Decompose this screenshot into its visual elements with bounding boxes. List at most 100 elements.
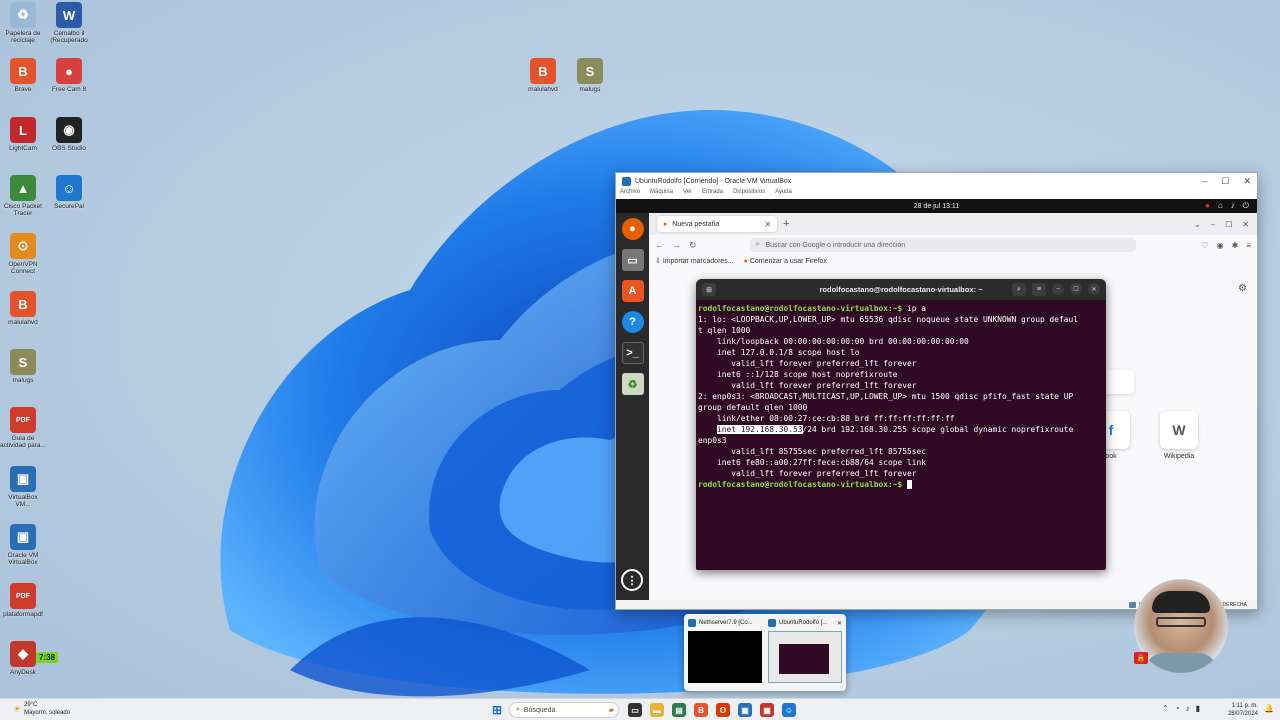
extensions-icon[interactable]: ✱ xyxy=(1232,241,1239,250)
start-button[interactable]: ⊞ xyxy=(490,703,504,717)
thumbnail-title: Nethserver7.9 [Co... xyxy=(699,620,753,626)
power-icon[interactable]: ⏻ xyxy=(1243,201,1249,211)
desktop-icon[interactable]: PDF Guia de actividad para... xyxy=(0,407,46,449)
tab-title: Nueva pestaña xyxy=(672,220,720,228)
ff-close-icon[interactable]: ✕ xyxy=(1242,220,1249,229)
desktop-icon[interactable]: ● Free Cam 8 xyxy=(46,58,92,93)
tray-icons: ⌃ ◔ ♪ ▮ xyxy=(1162,704,1200,713)
tray-wifi-icon[interactable]: ◔ xyxy=(1175,704,1180,713)
files-icon[interactable]: ▭ xyxy=(621,249,644,271)
desktop-icon[interactable]: ◉ OBS Studio xyxy=(46,117,92,152)
list-tabs-icon[interactable]: ⌄ xyxy=(1194,220,1201,229)
ff-maximize-icon[interactable]: ☐ xyxy=(1225,220,1232,229)
account-icon[interactable]: ◉ xyxy=(1217,241,1224,250)
brave-taskbar-icon[interactable]: B xyxy=(694,703,708,717)
thumbnail-ubunturodolfo[interactable]: UbuntuRodolfo [... ✕ xyxy=(768,618,842,687)
desktop-icon[interactable]: PDF plataformapdf xyxy=(0,583,46,618)
selected-ip-text[interactable]: inet 192.168.30.53 xyxy=(717,425,803,434)
shortcut-wikipedia[interactable]: W Wikipedia xyxy=(1157,411,1201,460)
desktop-icon-malugs[interactable]: S malugs xyxy=(567,58,613,93)
desktop-icon-malulahvd[interactable]: B malulahvd xyxy=(520,58,566,93)
tray-volume-icon[interactable]: ♪ xyxy=(1186,704,1190,713)
show-apps-icon[interactable]: ⋮ xyxy=(621,569,643,591)
desktop-icon[interactable]: ▣ VirtualBox VM... xyxy=(0,466,46,508)
forward-icon[interactable]: → xyxy=(672,240,681,250)
terminal-output[interactable]: rodolfocastano@rodolfocastano-virtualbox… xyxy=(696,300,1106,493)
terminal-menu-icon[interactable]: ≡ xyxy=(1032,283,1046,296)
weather-widget[interactable]: ☀ 29°C Mayorm. soleado xyxy=(13,701,70,717)
cisco-packet-tracer-icon: ▲ xyxy=(10,175,36,201)
menu-ayuda[interactable]: Ayuda xyxy=(775,189,792,199)
app-center-icon[interactable]: A xyxy=(621,280,644,302)
store-icon[interactable]: ▤ xyxy=(672,703,686,717)
trash-icon[interactable]: ♻ xyxy=(621,373,644,395)
bookmark-getting-started[interactable]: ● Comenzar a usar Firefox xyxy=(744,258,827,265)
new-tab-icon[interactable]: + xyxy=(783,218,789,230)
brave-shortcut-icon: B xyxy=(530,58,556,84)
terminal-window[interactable]: ⊞ rodolfocastano@rodolfocastano-virtualb… xyxy=(696,279,1106,570)
import-icon: ⇩ xyxy=(655,258,661,265)
terminal-final-prompt: rodolfocastano@rodolfocastano-virtualbox… xyxy=(698,480,903,489)
virtualbox-taskbar-icon[interactable]: ▣ xyxy=(738,703,752,717)
guest-clock[interactable]: 28 de jul 13:11 xyxy=(914,203,959,210)
office-icon[interactable]: O xyxy=(716,703,730,717)
terminal-close-icon[interactable]: ✕ xyxy=(1088,283,1100,295)
desktop-icon[interactable]: ♻ Papelera de reciclaje xyxy=(0,2,46,44)
close-icon[interactable]: ✕ xyxy=(1243,176,1251,187)
taskbar-clock[interactable]: 1:11 p. m. 28/07/2024 xyxy=(1228,702,1258,718)
close-tab-icon[interactable]: ✕ xyxy=(764,220,771,229)
terminal-icon[interactable]: >_ xyxy=(621,342,644,364)
notification-bell-icon[interactable]: 🔔 xyxy=(1264,704,1274,713)
firefox-icon[interactable]: ● xyxy=(621,218,644,240)
tray-chevron-icon[interactable]: ⌃ xyxy=(1162,704,1169,713)
desktop-icon[interactable]: ⊙ OpenVPN Connect xyxy=(0,233,46,275)
terminal-maximize-icon[interactable]: ☐ xyxy=(1070,283,1082,295)
maximize-icon[interactable]: ☐ xyxy=(1221,176,1229,187)
menu-archivo[interactable]: Archivo xyxy=(620,189,640,199)
close-thumbnail-icon[interactable]: ✕ xyxy=(837,620,842,627)
taskbar-search[interactable]: ⌕ Búsqueda ▰ xyxy=(509,702,619,718)
desktop-icon-label: plataformapdf xyxy=(3,611,43,618)
securepal-taskbar-icon[interactable]: ☺ xyxy=(782,703,796,717)
menu-maquina[interactable]: Máquina xyxy=(650,189,673,199)
tab-nueva-pestana[interactable]: ● Nueva pestaña ✕ xyxy=(657,216,777,232)
desktop-icon[interactable]: ▣ Oracle VM VirtualBox xyxy=(0,524,46,566)
menu-icon[interactable]: ≡ xyxy=(1246,241,1251,250)
thumbnail-nethserver[interactable]: Nethserver7.9 [Co... xyxy=(688,618,762,687)
url-bar[interactable]: ⌕ Buscar con Google o introducir una dir… xyxy=(749,238,1136,252)
weather-sun-icon: ☀ xyxy=(13,704,22,714)
menu-dispositivos[interactable]: Dispositivos xyxy=(733,189,765,199)
window-controls: ⌄ – ☐ ✕ xyxy=(1194,220,1249,229)
hdd-icon[interactable] xyxy=(1128,601,1136,608)
task-view-icon[interactable]: ▭ xyxy=(628,703,642,717)
menu-entrada[interactable]: Entrada xyxy=(702,189,723,199)
virtualbox-icon xyxy=(688,619,696,627)
tray-battery-icon[interactable]: ▮ xyxy=(1196,704,1200,713)
desktop-icon[interactable]: ▲ Cisco Packet Tracer xyxy=(0,175,46,217)
settings-gear-icon[interactable]: ⚙ xyxy=(1238,283,1247,294)
terminal-headerbar[interactable]: ⊞ rodolfocastano@rodolfocastano-virtualb… xyxy=(696,279,1106,300)
network-icon[interactable]: ⌂ xyxy=(1218,201,1223,211)
terminal-minimize-icon[interactable]: – xyxy=(1052,283,1064,295)
minimize-icon[interactable]: – xyxy=(1202,176,1207,187)
vbox-vm-taskbar-icon[interactable]: ▣ xyxy=(760,703,774,717)
firefox-tabbar: ● Nueva pestaña ✕ + ⌄ – ☐ ✕ xyxy=(649,213,1257,235)
bookmark-import[interactable]: ⇩ Importar marcadores... xyxy=(655,257,734,265)
help-icon[interactable]: ? xyxy=(621,311,644,333)
reload-icon[interactable]: ↻ xyxy=(689,240,697,251)
ff-minimize-icon[interactable]: – xyxy=(1211,220,1215,229)
vm-titlebar[interactable]: UbuntuRodolfo [Corriendo] - Oracle VM Vi… xyxy=(616,173,1257,189)
menu-ver[interactable]: Ver xyxy=(683,189,692,199)
record-icon[interactable]: ● xyxy=(1205,201,1210,211)
pocket-icon[interactable]: ♡ xyxy=(1201,241,1208,250)
back-icon[interactable]: ← xyxy=(655,240,664,250)
file-explorer-icon[interactable]: ▬ xyxy=(650,703,664,717)
desktop-icon[interactable]: Smalugs xyxy=(0,349,46,384)
desktop-icon[interactable]: Bmalulahvd xyxy=(0,291,46,326)
terminal-search-icon[interactable]: ⌕ xyxy=(1012,283,1026,296)
desktop-icon[interactable]: ☺ SecurePal xyxy=(46,175,92,210)
desktop-icon[interactable]: W Cemalbo il (Recuperado a... xyxy=(46,2,92,45)
volume-icon[interactable]: ♪ xyxy=(1231,201,1235,211)
desktop-icon[interactable]: L LightCam xyxy=(0,117,46,152)
desktop-icon[interactable]: B Brave xyxy=(0,58,46,93)
